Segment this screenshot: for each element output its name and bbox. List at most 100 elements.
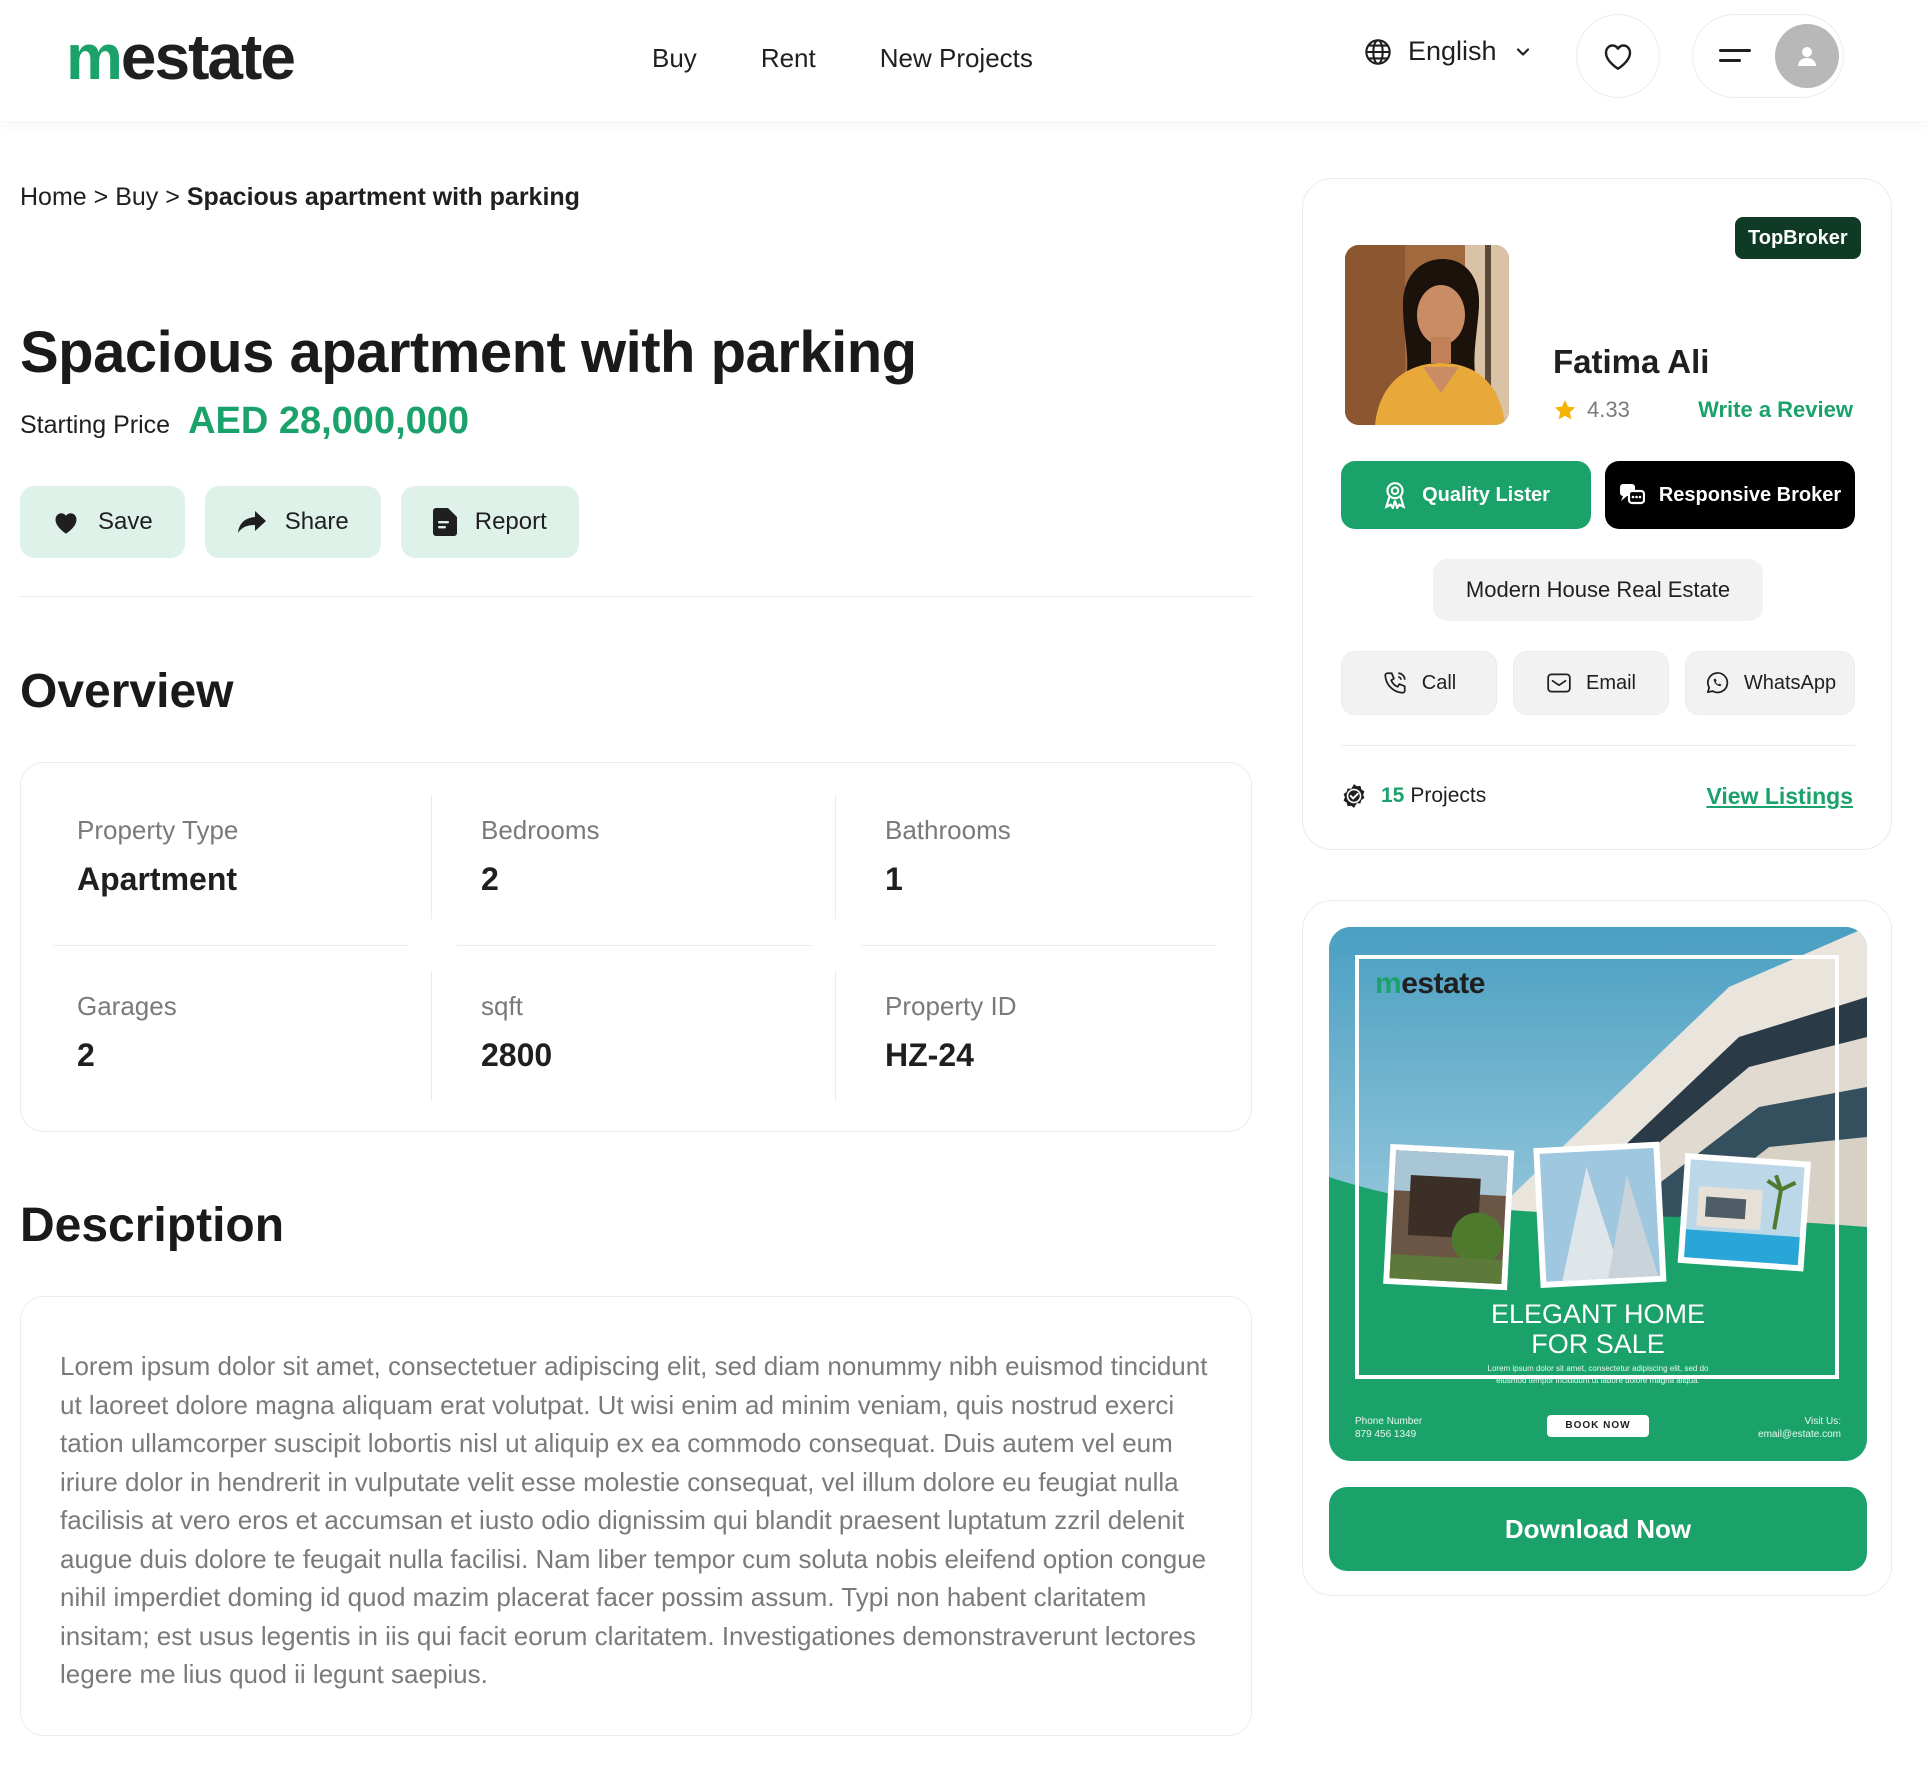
view-listings-link[interactable]: View Listings (1706, 783, 1853, 810)
chevron-down-icon (1516, 47, 1529, 56)
overview-label: Garages (77, 991, 177, 1021)
breadcrumb-separator: > (165, 183, 180, 211)
share-button[interactable]: Share (204, 486, 381, 558)
section-divider (20, 596, 1252, 597)
mail-icon (1547, 673, 1571, 693)
heart-icon (1604, 44, 1632, 70)
quality-lister-label: Quality Lister (1422, 483, 1550, 506)
broker-photo (1345, 245, 1509, 425)
overview-label: Bathrooms (885, 815, 1011, 845)
overview-item-property-type: Property Type Apartment (41, 763, 445, 915)
broker-name: Fatima Ali (1553, 343, 1710, 380)
overview-value: 2 (481, 861, 499, 897)
promo-headline: ELEGANT HOME FOR SALE (1490, 1299, 1706, 1359)
overview-card: Property Type Apartment Bedrooms 2 Bathr… (20, 762, 1252, 1132)
report-label: Report (474, 508, 547, 535)
write-review-link[interactable]: Write a Review (1698, 397, 1853, 423)
email-button[interactable]: Email (1513, 651, 1669, 715)
grid-divider (835, 795, 836, 919)
grid-divider (457, 945, 813, 946)
overview-label: sqft (481, 991, 523, 1021)
phone-icon (1384, 672, 1406, 694)
share-label: Share (284, 508, 349, 535)
page-title: Spacious apartment with parking (20, 320, 917, 385)
projects-number: 15 (1381, 784, 1405, 807)
chat-bubbles-icon (1619, 484, 1645, 505)
report-document-icon (432, 508, 457, 536)
verified-badge-icon (1343, 784, 1365, 808)
promo-banner[interactable]: mestate ELEGANT HOME FOR SALE Lorem ipsu… (1329, 927, 1867, 1461)
description-card: Lorem ipsum dolor sit amet, consectetuer… (20, 1296, 1252, 1736)
call-button[interactable]: Call (1341, 651, 1497, 715)
card-divider (1341, 745, 1855, 746)
responsive-broker-badge[interactable]: Responsive Broker (1605, 461, 1855, 529)
price-row: Starting Price AED 28,000,000 (20, 400, 469, 443)
overview-item-bathrooms: Bathrooms 1 (849, 763, 1253, 915)
projects-label: Projects (1410, 784, 1487, 807)
agency-button[interactable]: Modern House Real Estate (1433, 559, 1763, 621)
grid-divider (53, 945, 409, 946)
quality-lister-badge[interactable]: Quality Lister (1341, 461, 1591, 529)
grid-divider (835, 971, 836, 1101)
language-selector[interactable]: English (1364, 36, 1533, 67)
nav-buy[interactable]: Buy (652, 38, 697, 78)
promo-logo: mestate (1375, 967, 1485, 1000)
top-header: mestate Buy Rent New Projects English (0, 0, 1928, 122)
share-arrow-icon (237, 511, 266, 533)
promo-card: mestate ELEGANT HOME FOR SALE Lorem ipsu… (1302, 900, 1892, 1596)
grid-divider (861, 945, 1217, 946)
promo-book-now: BOOK NOW (1547, 1415, 1649, 1437)
breadcrumb-buy[interactable]: Buy (115, 183, 158, 211)
email-label: Email (1585, 671, 1636, 694)
breadcrumb-home[interactable]: Home (20, 183, 87, 211)
responsive-broker-label: Responsive Broker (1658, 483, 1842, 506)
overview-value: Apartment (77, 861, 238, 897)
overview-title: Overview (20, 665, 234, 718)
report-button[interactable]: Report (400, 486, 579, 558)
save-label: Save (98, 508, 153, 535)
overview-value: 1 (885, 861, 903, 897)
nav-rent[interactable]: Rent (761, 38, 816, 78)
breadcrumb-current: Spacious apartment with parking (186, 183, 580, 211)
save-button[interactable]: Save (20, 486, 185, 558)
grid-divider (431, 795, 432, 919)
overview-item-sqft: sqft 2800 (445, 939, 849, 1091)
breadcrumb: Home > Buy > Spacious apartment with par… (20, 180, 580, 214)
whatsapp-label: WhatsApp (1743, 671, 1837, 694)
overview-label: Bedrooms (481, 815, 600, 845)
breadcrumb-separator: > (93, 183, 109, 211)
main-nav: Buy Rent New Projects (652, 38, 1033, 78)
description-title: Description (20, 1199, 285, 1252)
promo-small-text: Lorem ipsum dolor sit amet, consectetur … (1487, 1364, 1709, 1385)
favorites-button[interactable] (1576, 14, 1660, 98)
user-avatar-icon (1775, 24, 1839, 88)
star-icon (1554, 400, 1576, 420)
price-label: Starting Price (20, 411, 171, 439)
broker-card: TopBroker Fatima Ali 4.33 Write a Review… (1302, 178, 1892, 850)
user-menu-button[interactable] (1692, 14, 1844, 98)
broker-rating: 4.33 (1553, 397, 1630, 423)
download-now-button[interactable]: Download Now (1329, 1487, 1867, 1571)
language-label: English (1408, 36, 1497, 66)
promo-visit: Visit Us: email@estate.com (1758, 1416, 1841, 1440)
overview-item-property-id: Property ID HZ-24 (849, 939, 1253, 1091)
promo-phone: Phone Number 879 456 1349 (1355, 1416, 1423, 1440)
grid-divider (431, 971, 432, 1101)
overview-item-garages: Garages 2 (41, 939, 445, 1091)
description-text: Lorem ipsum dolor sit amet, consectetuer… (60, 1351, 1208, 1689)
overview-item-bedrooms: Bedrooms 2 (445, 763, 849, 915)
hamburger-menu-icon (1719, 49, 1751, 62)
price-value: AED 28,000,000 (188, 400, 470, 442)
overview-label: Property ID (885, 991, 1017, 1021)
site-logo[interactable]: mestate (66, 22, 296, 92)
projects-count: 15 Projects (1341, 783, 1486, 809)
award-ribbon-icon (1384, 482, 1406, 509)
whatsapp-button[interactable]: WhatsApp (1685, 651, 1855, 715)
heart-filled-icon (55, 513, 77, 534)
whatsapp-icon (1706, 672, 1729, 694)
overview-value: HZ-24 (885, 1037, 974, 1073)
top-broker-badge: TopBroker (1735, 217, 1861, 259)
rating-value: 4.33 (1587, 397, 1630, 422)
overview-label: Property Type (77, 815, 239, 845)
nav-new-projects[interactable]: New Projects (880, 38, 1033, 78)
